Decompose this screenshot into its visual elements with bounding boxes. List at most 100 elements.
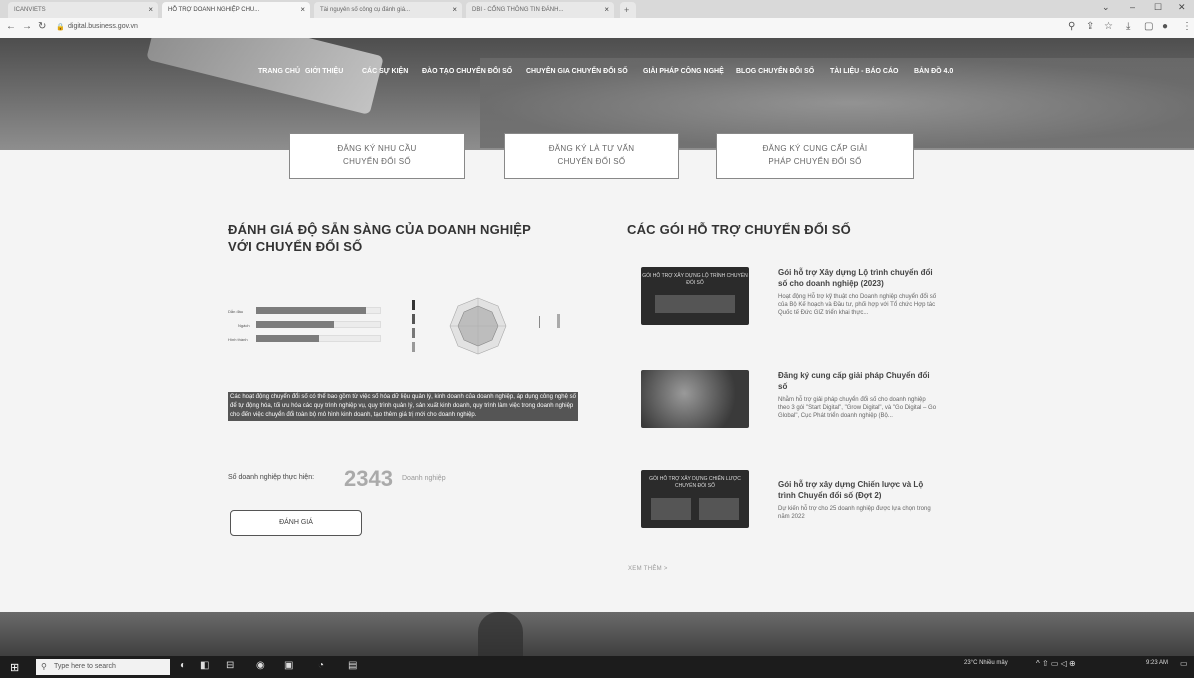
cta-label: CHUYỂN ĐỔI SỐ — [557, 157, 626, 166]
close-window-icon[interactable]: ✕ — [1178, 2, 1186, 13]
count-unit: Doanh nghiệp — [402, 475, 446, 482]
chart-legend — [384, 300, 424, 355]
maximize-icon[interactable]: ☐ — [1154, 2, 1162, 13]
search-placeholder: Type here to search — [54, 663, 116, 670]
notification-icon[interactable]: ▭ — [1180, 659, 1188, 668]
taskbar-search-input[interactable]: ⚲ Type here to search — [36, 659, 170, 675]
hero-image — [146, 38, 384, 115]
count-label: Số doanh nghiệp thực hiện: — [228, 474, 315, 481]
legend-swatch — [412, 328, 415, 338]
browser-icon[interactable]: ◉ — [256, 660, 265, 671]
footer-image — [478, 612, 523, 656]
close-icon[interactable]: × — [300, 2, 305, 18]
avatar[interactable]: ● — [1162, 21, 1168, 32]
bar-label: Hình thành — [228, 337, 248, 342]
close-icon[interactable]: × — [148, 2, 153, 18]
nav-item-experts[interactable]: CHUYÊN GIA CHUYỂN ĐỔI SỐ — [526, 68, 628, 75]
window-icon[interactable]: ▢ — [1144, 21, 1153, 32]
nav-item-solutions[interactable]: GIẢI PHÁP CÔNG NGHỆ — [643, 68, 724, 75]
assessment-title: ĐÁNH GIÁ ĐỘ SẴN SÀNG CỦA DOANH NGHIỆP VỚ… — [228, 221, 568, 255]
package-thumbnail[interactable]: GÓI HỖ TRỢ XÂY DỰNG CHIẾN LƯỢC CHUYỂN ĐỔ… — [641, 470, 749, 528]
packages-title: CÁC GÓI HỖ TRỢ CHUYỂN ĐỔI SỐ — [627, 222, 851, 237]
search-icon: ⚲ — [41, 662, 47, 671]
close-icon[interactable]: × — [452, 2, 457, 18]
radar-legend — [533, 312, 563, 332]
weather-status[interactable]: 23°C Nhiều mây — [964, 660, 1008, 666]
system-tray-icons[interactable]: ^ ⇧ ▭ ◁ ⊕ — [1036, 659, 1076, 668]
register-consultant-button[interactable]: ĐĂNG KÝ LÀ TƯ VẤN CHUYỂN ĐỔI SỐ — [504, 133, 679, 179]
tab-label: DBI - CỔNG THÔNG TIN ĐÁNH... — [472, 7, 564, 13]
url-field[interactable]: digital.business.gov.vn — [68, 23, 138, 30]
bookmark-star-icon[interactable]: ☆ — [1104, 21, 1113, 32]
bar-label: Dẫn đầu — [228, 309, 244, 314]
back-icon[interactable]: ← — [6, 21, 16, 32]
cta-label: PHÁP CHUYỂN ĐỔI SỐ — [768, 157, 862, 166]
nav-item-training[interactable]: ĐÀO TẠO CHUYỂN ĐỔI SỐ — [422, 68, 512, 75]
thumbnail-graphic — [655, 295, 735, 313]
app-icon[interactable]: ▤ — [348, 660, 357, 671]
cta-label: ĐĂNG KÝ CUNG CẤP GIẢI — [762, 144, 868, 153]
new-tab-button[interactable]: + — [620, 2, 636, 18]
app-icon[interactable]: ◧ — [200, 660, 209, 671]
lock-icon: 🔒 — [56, 24, 65, 31]
package-thumbnail[interactable]: GÓI HỖ TRỢ XÂY DỰNG LỘ TRÌNH CHUYỂN ĐỔI … — [641, 267, 749, 325]
folder-icon[interactable]: ▣ — [284, 660, 293, 671]
package-thumbnail[interactable] — [641, 370, 749, 428]
close-icon[interactable]: × — [604, 2, 609, 18]
package-description: Hoạt động Hỗ trợ kỹ thuật cho Doanh nghi… — [778, 294, 937, 316]
thumbnail-graphic — [651, 498, 691, 520]
chevron-down-icon[interactable]: ⌄ — [1102, 2, 1110, 13]
nav-item-map[interactable]: BẢN ĐỒ 4.0 — [914, 68, 953, 75]
clock[interactable]: 9:23 AM — [1146, 660, 1168, 666]
browser-tab[interactable]: Tài nguyên số công cụ đánh giá... × — [314, 2, 462, 18]
register-solution-provider-button[interactable]: ĐĂNG KÝ CUNG CẤP GIẢI PHÁP CHUYỂN ĐỔI SỐ — [716, 133, 914, 179]
share-icon[interactable]: ⇪ — [1086, 21, 1094, 32]
app-icon[interactable]: ◔ — [318, 660, 324, 671]
task-view-icon[interactable]: ⊟ — [226, 660, 234, 671]
cta-label: ĐĂNG KÝ LÀ TƯ VẤN — [548, 144, 635, 153]
see-more-link[interactable]: XEM THÊM > — [628, 566, 668, 572]
bar-hinh-thanh — [256, 335, 319, 342]
radar-chart — [449, 297, 507, 355]
tab-label: ICANVIETS — [14, 7, 46, 13]
nav-item-events[interactable]: CÁC SỰ KIỆN — [362, 68, 408, 75]
bar-label: Ngách — [238, 323, 250, 328]
app-icon[interactable]: ◐ — [180, 660, 186, 671]
register-needs-button[interactable]: ĐĂNG KÝ NHU CẦU CHUYỂN ĐỔI SỐ — [289, 133, 465, 179]
zoom-icon[interactable]: ⚲ — [1068, 21, 1075, 32]
forward-icon[interactable]: → — [22, 21, 32, 32]
package-title[interactable]: Gói hỗ trợ Xây dựng Lộ trình chuyển đổi … — [778, 267, 938, 289]
download-icon[interactable]: ⤓ — [1126, 21, 1130, 32]
browser-tab-bar: ICANVIETS × HỖ TRỢ DOANH NGHIỆP CHU... × T… — [0, 0, 1194, 18]
legend-swatch — [412, 342, 415, 352]
cta-label: ĐĂNG KÝ NHU CẦU — [337, 144, 417, 153]
assessment-description: Các hoạt động chuyển đổi số có thể bao g… — [228, 392, 578, 421]
reload-icon[interactable]: ↻ — [38, 21, 46, 32]
bar-ngach — [256, 321, 334, 328]
windows-start-icon[interactable]: ⊞ — [10, 661, 19, 674]
address-bar: ← → ↻ 🔒 digital.business.gov.vn ⚲ ⇪ ☆ ⤓ … — [0, 18, 1194, 39]
package-description: Dự kiến hỗ trợ cho 25 doanh nghiệp được … — [778, 506, 931, 520]
footer-banner — [0, 612, 1194, 656]
browser-tab-active[interactable]: HỖ TRỢ DOANH NGHIỆP CHU... × — [162, 2, 310, 18]
nav-item-home[interactable]: TRANG CHỦ — [258, 68, 300, 75]
nav-item-documents[interactable]: TÀI LIỆU - BÁO CÁO — [830, 68, 898, 75]
browser-tab[interactable]: DBI - CỔNG THÔNG TIN ĐÁNH... × — [466, 2, 614, 18]
nav-item-blog[interactable]: BLOG CHUYỂN ĐỔI SỐ — [736, 68, 814, 75]
nav-item-about[interactable]: GIỚI THIỆU — [305, 68, 343, 75]
menu-icon[interactable]: ⋮ — [1182, 21, 1192, 32]
readiness-chart: Dẫn đầu Ngách Hình thành — [228, 290, 578, 360]
browser-tab[interactable]: ICANVIETS × — [8, 2, 158, 18]
thumbnail-text: GÓI HỖ TRỢ XÂY DỰNG CHIẾN LƯỢC CHUYỂN ĐỔ… — [649, 476, 741, 489]
title-line: ĐÁNH GIÁ ĐỘ SẴN SÀNG CỦA DOANH NGHIỆP — [228, 222, 532, 237]
package-title[interactable]: Đăng ký cung cấp giải pháp Chuyển đổi số — [778, 370, 938, 392]
legend-swatch — [557, 314, 560, 328]
tab-label: Tài nguyên số công cụ đánh giá... — [320, 7, 411, 13]
legend-swatch — [412, 314, 415, 324]
package-title[interactable]: Gói hỗ trợ xây dựng Chiến lược và Lộ trì… — [778, 479, 938, 501]
legend-swatch — [412, 300, 415, 310]
cta-label: CHUYỂN ĐỔI SỐ — [343, 157, 411, 166]
evaluate-button[interactable]: ĐÁNH GIÁ — [230, 510, 362, 536]
title-line: VỚI CHUYỂN ĐỔI SỐ — [228, 239, 363, 254]
minimize-icon[interactable]: – — [1130, 2, 1135, 12]
